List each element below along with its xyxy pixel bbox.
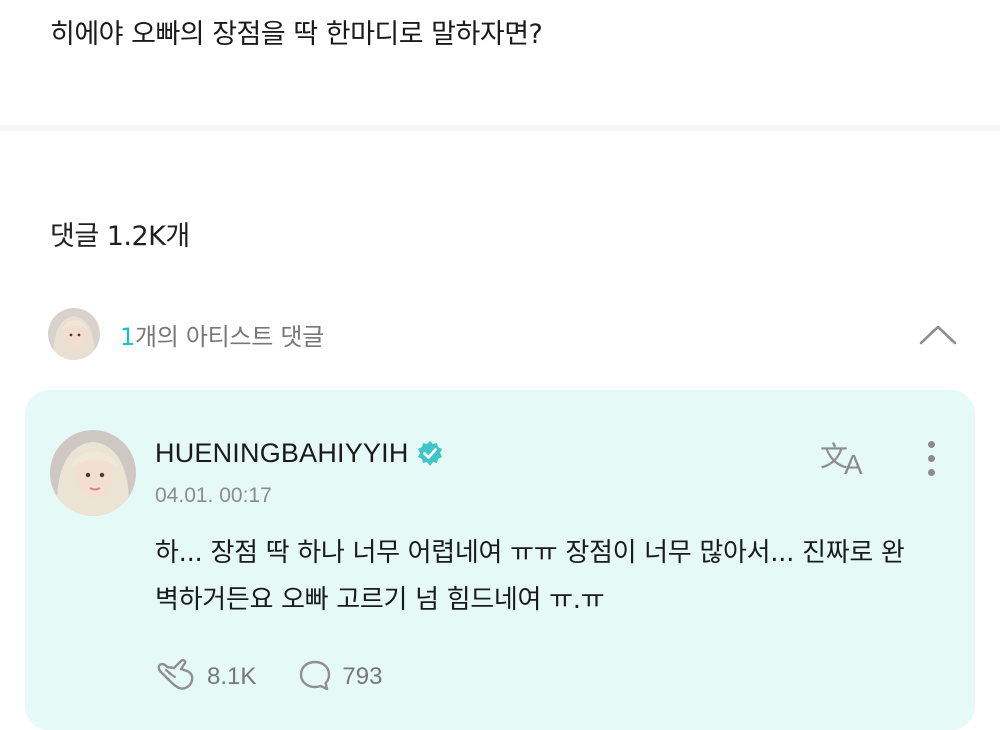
svg-text:A: A: [844, 449, 863, 480]
artist-comments-count: 1: [120, 322, 135, 351]
comments-label: 댓글: [50, 221, 99, 252]
author-line: HUENINGBAHIYYIH: [155, 438, 445, 469]
comment-timestamp: 04.01. 00:17: [155, 484, 272, 507]
reply-button[interactable]: 793: [298, 658, 382, 696]
translate-icon[interactable]: 文 A: [818, 436, 874, 480]
like-button[interactable]: 8.1K: [157, 658, 256, 696]
reply-icon: [298, 658, 332, 696]
comments-count: 1.2K개: [106, 221, 191, 252]
artist-comments-text: 개의 아티스트 댓글: [134, 322, 324, 351]
artist-comments-label: 1개의 아티스트 댓글: [120, 317, 324, 352]
post-question: 히에야 오빠의 장점을 딱 한마디로 말하자면?: [50, 19, 543, 50]
comment-actions: 8.1K 793: [157, 658, 424, 696]
artist-comments-row[interactable]: 1개의 아티스트 댓글: [48, 306, 960, 362]
comment-body: 하... 장점 딱 하나 너무 어렵네여 ㅠㅠ 장점이 너무 많아서... 진짜…: [155, 538, 905, 615]
chevron-up-icon[interactable]: [916, 312, 960, 356]
like-count: 8.1K: [207, 663, 257, 690]
artist-mini-avatar: [48, 308, 100, 360]
verified-badge-icon: [415, 439, 445, 469]
comments-header: 댓글 1.2K개: [50, 214, 190, 253]
like-icon: [157, 658, 197, 696]
reply-count: 793: [342, 663, 383, 690]
section-divider: [0, 125, 1000, 131]
author-avatar[interactable]: [50, 430, 136, 516]
artist-comment-card: HUENINGBAHIYYIH 04.01. 00:17 文 A 하... 장점…: [25, 390, 975, 730]
author-name[interactable]: HUENINGBAHIYYIH: [155, 438, 409, 469]
more-vertical-icon[interactable]: [918, 436, 944, 480]
